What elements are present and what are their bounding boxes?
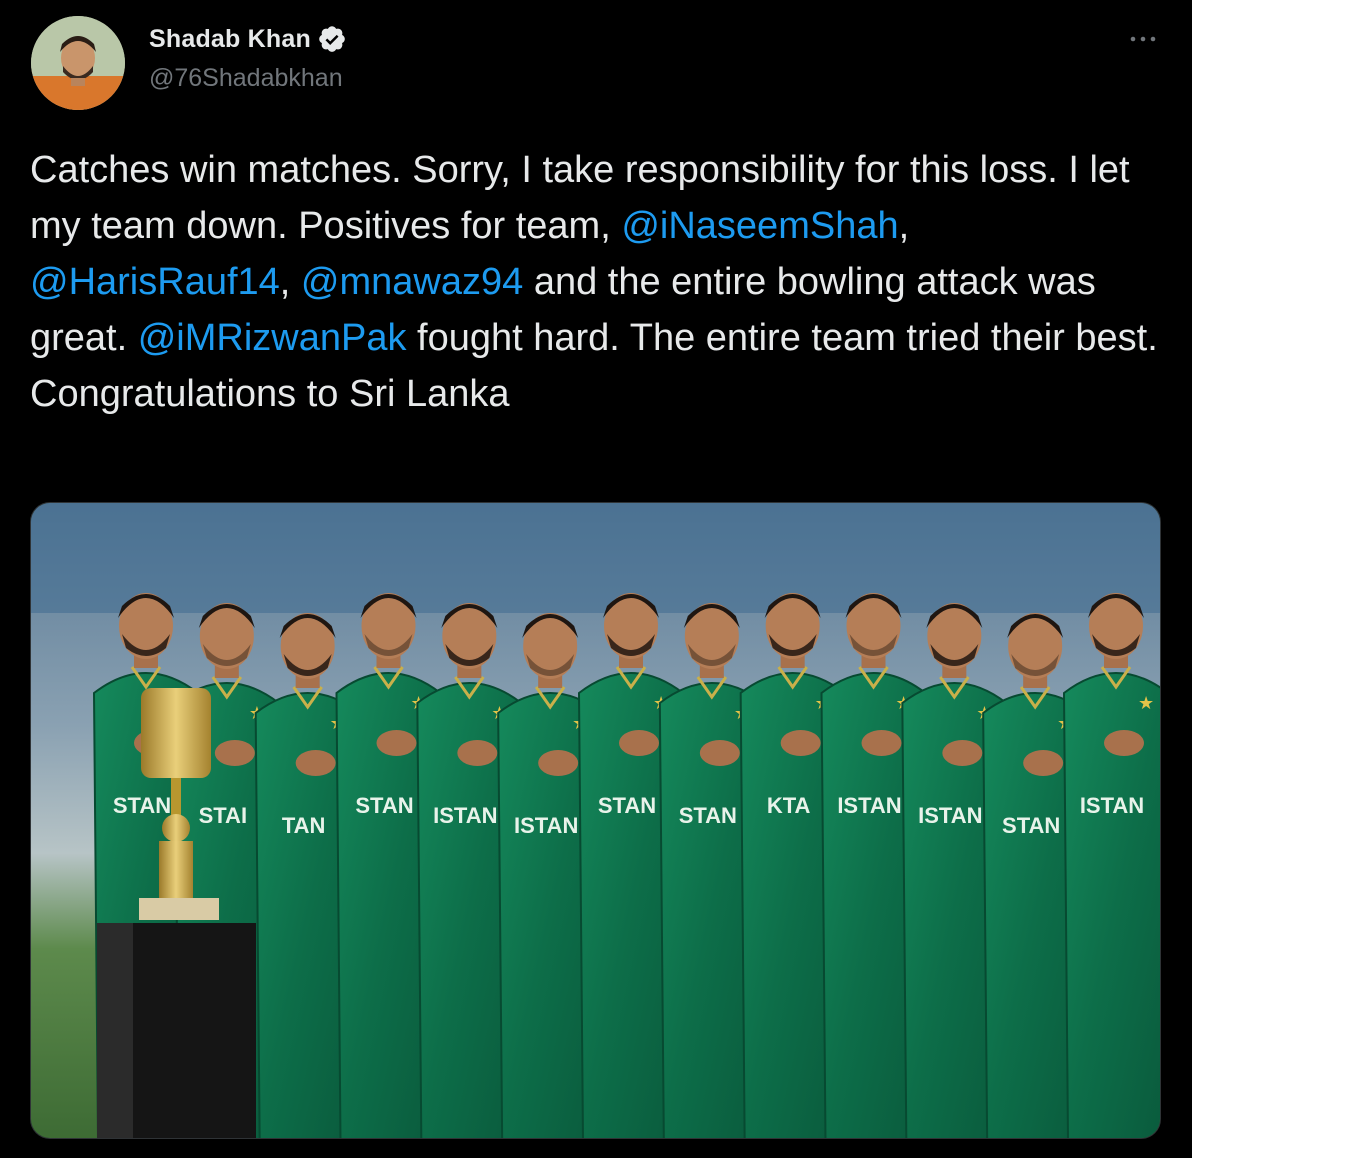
- jersey-text: TAN: [282, 813, 326, 838]
- author-handle[interactable]: @76Shadabkhan: [149, 64, 343, 93]
- mention-link[interactable]: @iNaseemShah: [621, 205, 898, 247]
- tweet-text: Catches win matches. Sorry, I take respo…: [30, 142, 1170, 422]
- verified-badge-icon: [317, 24, 347, 54]
- more-dots-icon: [1130, 36, 1156, 42]
- tweet-text-segment: Catches win matches. Sorry, I take respo…: [30, 149, 1130, 247]
- jersey-text: STAN: [679, 803, 737, 828]
- jersey-text: ISTAN: [433, 803, 497, 828]
- mention-link[interactable]: @HarisRauf14: [30, 261, 280, 303]
- jersey-text: KTA: [767, 793, 811, 818]
- jersey-text: ISTAN: [1080, 793, 1144, 818]
- author-avatar[interactable]: [31, 16, 125, 110]
- tweet-card: Shadab Khan @76Shadabkhan Catches win ma…: [0, 0, 1192, 1158]
- author-name-row: Shadab Khan: [149, 24, 347, 54]
- jersey-text: STAN: [1002, 813, 1060, 838]
- more-options-button[interactable]: [1125, 24, 1161, 54]
- author-display-name[interactable]: Shadab Khan: [149, 25, 311, 54]
- mention-link[interactable]: @mnawaz94: [301, 261, 523, 303]
- mention-link[interactable]: @iMRizwanPak: [138, 317, 407, 359]
- jersey-text: ISTAN: [514, 813, 578, 838]
- tweet-media-photo[interactable]: STAN★STAI★TAN★STAN★ISTAN★ISTAN★STAN★STAN…: [30, 502, 1161, 1139]
- tweet-text-segment: ,: [279, 261, 301, 303]
- team-photo-image: STAN★STAI★TAN★STAN★ISTAN★ISTAN★STAN★STAN…: [31, 503, 1160, 1138]
- jersey-text: STAN: [355, 793, 413, 818]
- jersey-text: STAN: [598, 793, 656, 818]
- jersey-text: STAN: [113, 793, 171, 818]
- star-icon: ★: [1138, 693, 1154, 714]
- jersey-text: STAI: [199, 803, 247, 828]
- tweet-text-segment: ,: [898, 205, 910, 247]
- jersey-text: ISTAN: [837, 793, 901, 818]
- jersey-text: ISTAN: [918, 803, 982, 828]
